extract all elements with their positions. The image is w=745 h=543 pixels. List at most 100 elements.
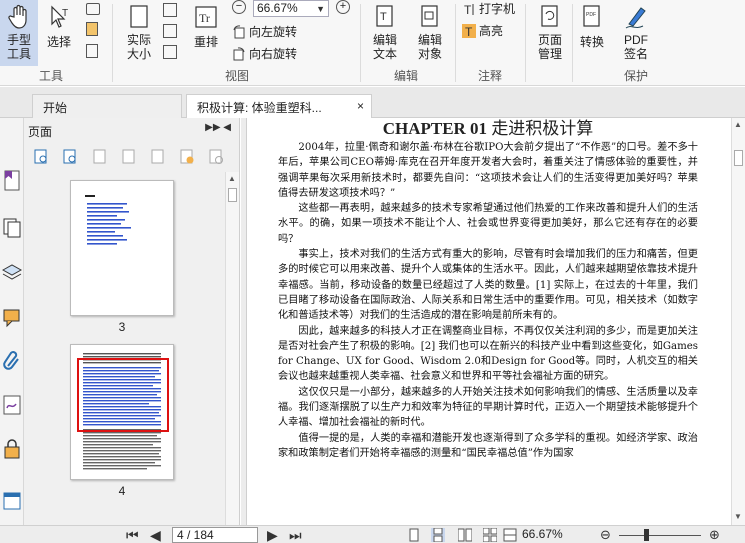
pdf-sign-button[interactable]: PDF 签名 <box>618 4 654 61</box>
zoom-in-page-icon[interactable] <box>34 149 50 165</box>
fit-visible-icon[interactable] <box>163 45 177 59</box>
svg-text:T: T <box>465 25 473 38</box>
add-page-icon[interactable] <box>179 149 195 165</box>
zoom-in-icon[interactable]: ⊕ <box>709 527 720 543</box>
rotate-left-label: 向左旋转 <box>249 25 298 39</box>
zoom-slider[interactable] <box>619 535 701 536</box>
svg-text:T: T <box>62 8 68 19</box>
highlight-button[interactable]: T 高亮 <box>462 22 503 39</box>
reflow-button[interactable]: Tr 重排 <box>190 4 222 50</box>
page-manage-icon <box>541 5 558 27</box>
scroll-up-icon[interactable]: ▲ <box>734 120 742 129</box>
zoom-out-icon[interactable]: − <box>232 0 246 14</box>
typewriter-button[interactable]: T 打字机 <box>462 0 515 17</box>
page-thumbnail-current[interactable] <box>70 344 174 480</box>
body-paragraph: 因此，越来越多的科技人才正在调整商业目标，不再仅仅关注利润的多少，而是更加关注是… <box>278 325 698 383</box>
body-paragraph: 事实上，技术对我们的生活方式有重大的影响，尽管有时会增加我们的压力和痛苦，但更多… <box>278 249 698 322</box>
edit-object-button[interactable]: 编辑 对象 <box>410 4 450 61</box>
continuous-facing-view-icon[interactable] <box>483 528 497 542</box>
page-preview <box>77 353 169 470</box>
hand-icon <box>8 4 27 29</box>
highlight-label: 高亮 <box>479 24 504 38</box>
rotate-right-button[interactable]: 向右旋转 <box>232 45 297 62</box>
body-paragraph: 值得一提的是，人类的幸福和潜能开发也逐渐得到了众多学科的重视。如经济学家、政治家… <box>278 432 698 459</box>
group-label-tools: 工具 <box>39 69 64 83</box>
cursor-icon: T <box>51 5 68 28</box>
separator <box>360 4 361 82</box>
scroll-up-icon[interactable]: ▲ <box>228 174 236 183</box>
group-label-edit: 编辑 <box>394 69 419 83</box>
pages-icon[interactable] <box>2 216 22 238</box>
delete-page-icon[interactable] <box>208 149 224 165</box>
single-page-view-icon[interactable] <box>407 528 421 542</box>
edit-text-icon: T <box>376 5 393 27</box>
panel-splitter[interactable] <box>241 118 247 525</box>
hand-tool-button[interactable]: 手型 工具 <box>0 0 38 66</box>
extract-page-icon[interactable] <box>121 149 137 165</box>
left-side-bar <box>0 118 24 525</box>
insert-page-icon[interactable] <box>92 149 108 165</box>
edit-text-button[interactable]: T 编辑 文本 <box>368 4 402 61</box>
rotate-page-icon[interactable] <box>150 149 166 165</box>
first-page-icon[interactable]: ⏮ <box>126 527 139 543</box>
zoom-in-icon[interactable]: + <box>336 0 350 14</box>
zoom-out-icon[interactable]: ⊖ <box>600 527 611 543</box>
continuous-view-icon[interactable] <box>431 528 445 542</box>
select-tool-label: 选择 <box>46 35 71 49</box>
document-tab-bar: 开始 积极计算: 体验重塑科... × <box>0 87 745 118</box>
scrollbar-thumb[interactable] <box>228 188 237 202</box>
screenshot-icon[interactable] <box>86 3 100 15</box>
thumbnail-page-number: 4 <box>118 484 126 498</box>
layers-icon[interactable] <box>2 260 22 282</box>
edit-object-label: 编辑 对象 <box>417 33 442 61</box>
close-icon[interactable]: × <box>357 99 364 113</box>
snapshot-icon[interactable] <box>86 44 98 58</box>
panel-collapse-controls[interactable]: ▶▶ ◀ <box>205 122 231 133</box>
document-view[interactable]: CHAPTER 01 走进积极计算 2004年，拉里·佩奇和谢尔盖·布林在谷歌I… <box>248 118 731 525</box>
zoom-slider-knob[interactable] <box>644 529 649 541</box>
attachment-icon[interactable] <box>2 350 22 372</box>
panel-scrollbar[interactable]: ▲ <box>225 172 239 525</box>
scroll-down-icon[interactable]: ▼ <box>734 512 742 521</box>
panel-title: 页面 <box>28 125 53 139</box>
body-paragraph: 这些都一再表明，越来越多的技术专家希望通过他们热爱的工作来改善和提升人们的生活水… <box>278 203 698 245</box>
document-scrollbar[interactable]: ▲ ▼ <box>731 118 745 525</box>
group-label-protect: 保护 <box>624 69 649 83</box>
signature-icon[interactable] <box>2 394 22 416</box>
actual-size-button[interactable]: 实际 大小 <box>122 4 156 61</box>
convert-button[interactable]: PDF 转换 <box>576 4 608 50</box>
window-icon[interactable] <box>2 490 22 512</box>
comments-icon[interactable] <box>2 306 22 328</box>
page-preview <box>85 195 131 245</box>
zoom-out-page-icon[interactable] <box>63 149 79 165</box>
zoom-status: 66.67% <box>522 527 563 541</box>
svg-text:T: T <box>464 3 472 16</box>
page-thumbnail[interactable] <box>70 180 174 316</box>
fit-width-icon[interactable] <box>163 3 177 17</box>
select-tool-button[interactable]: T 选择 <box>42 4 76 50</box>
facing-view-icon[interactable] <box>458 528 472 542</box>
chapter-title: 走进积极计算 <box>491 119 594 138</box>
status-bar: ⏮ ◀ 4 / 184 ▶ ⏭ 66.67% ⊖ ⊕ <box>0 525 745 543</box>
thumbnail-page-number: 3 <box>118 320 126 334</box>
lock-icon[interactable] <box>2 438 22 460</box>
ribbon-toolbar: 手型 工具 T 选择 实际 大小 Tr 重排 − 66.67% ▼ + 向左旋转… <box>0 0 745 86</box>
page-number-value: 4 / 184 <box>177 528 214 542</box>
zoom-input[interactable]: 66.67% ▼ <box>253 0 329 17</box>
next-page-icon[interactable]: ▶ <box>267 527 278 543</box>
svg-text:Tr: Tr <box>199 11 210 25</box>
page-number-input[interactable]: 4 / 184 <box>172 527 258 543</box>
clipboard-icon[interactable] <box>86 22 98 36</box>
tab-home[interactable]: 开始 <box>32 94 182 118</box>
bookmark-icon[interactable] <box>2 170 22 192</box>
edit-object-icon <box>421 5 438 27</box>
rotate-left-button[interactable]: 向左旋转 <box>232 23 297 40</box>
scrollbar-thumb[interactable] <box>734 150 743 166</box>
last-page-icon[interactable]: ⏭ <box>289 527 302 543</box>
page-manage-button[interactable]: 页面 管理 <box>530 4 570 61</box>
prev-page-icon[interactable]: ◀ <box>150 527 161 543</box>
reflow-label: 重排 <box>193 35 218 49</box>
split-view-icon[interactable] <box>503 528 517 542</box>
tab-document[interactable]: 积极计算: 体验重塑科... × <box>186 94 372 118</box>
fit-page-icon[interactable] <box>163 24 177 38</box>
